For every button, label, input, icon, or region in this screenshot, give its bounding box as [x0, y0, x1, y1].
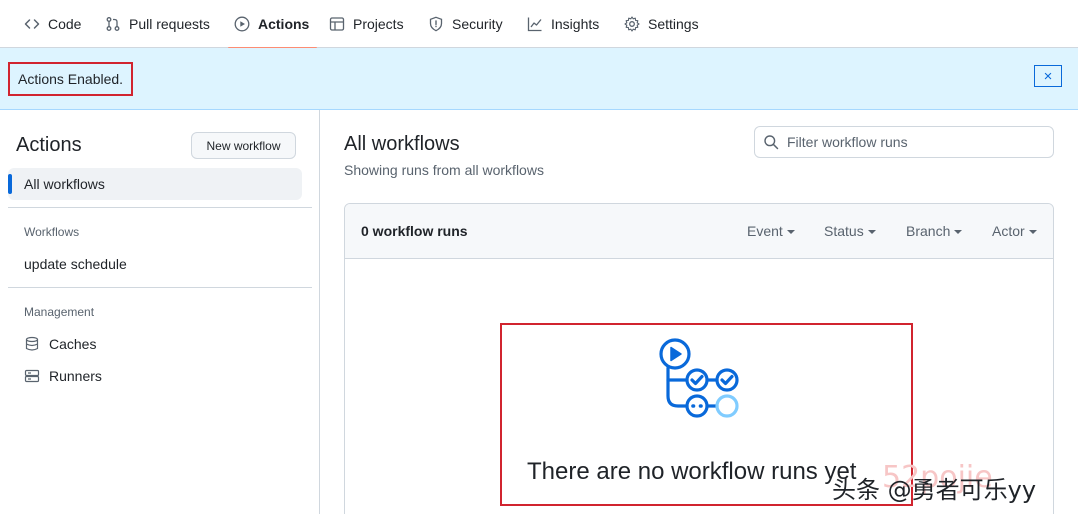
filter-runs-field[interactable]	[754, 126, 1054, 158]
status-filter-dropdown[interactable]: Status	[824, 223, 876, 239]
blank-state-title: There are no workflow runs yet	[527, 458, 857, 485]
table-icon	[329, 16, 345, 32]
tab-label: Pull requests	[129, 16, 210, 32]
dropdown-label: Event	[747, 223, 783, 239]
sidebar-item-label: Caches	[49, 336, 97, 352]
tab-security[interactable]: Security	[428, 0, 503, 48]
divider	[8, 287, 312, 288]
gear-icon	[624, 16, 640, 32]
branch-filter-dropdown[interactable]: Branch	[906, 223, 963, 239]
divider	[8, 207, 312, 208]
sidebar-item-runners[interactable]: Runners	[24, 364, 102, 388]
play-icon	[234, 16, 250, 32]
actor-filter-dropdown[interactable]: Actor	[992, 223, 1037, 239]
runs-header: 0 workflow runs Event Status Branch Acto…	[345, 204, 1053, 259]
tab-label: Projects	[353, 16, 404, 32]
management-heading: Management	[24, 305, 95, 319]
sidebar-item-update-schedule[interactable]: update schedule	[24, 252, 127, 276]
sidebar-item-all-workflows[interactable]: All workflows	[8, 168, 302, 200]
tab-pull-requests[interactable]: Pull requests	[105, 0, 210, 48]
tab-label: Security	[452, 16, 503, 32]
flash-banner: Actions Enabled. ×	[0, 48, 1078, 110]
dropdown-label: Status	[824, 223, 864, 239]
graph-icon	[527, 16, 543, 32]
chevron-down-icon	[867, 230, 876, 234]
tab-label: Actions	[258, 16, 310, 32]
sidebar-title: Actions	[16, 134, 82, 156]
tab-insights[interactable]: Insights	[527, 0, 599, 48]
close-icon[interactable]: ×	[1034, 65, 1062, 87]
event-filter-dropdown[interactable]: Event	[747, 223, 795, 239]
tab-label: Code	[48, 16, 82, 32]
search-icon	[763, 134, 779, 150]
sidebar-item-caches[interactable]: Caches	[24, 332, 96, 356]
dropdown-label: Branch	[906, 223, 951, 239]
page-subtitle: Showing runs from all workflows	[344, 162, 544, 178]
server-icon	[24, 368, 40, 384]
database-icon	[24, 336, 40, 352]
repo-tab-nav: Code Pull requests Actions Projects Secu…	[0, 0, 1078, 49]
sidebar-item-label: Runners	[49, 368, 102, 384]
tab-label: Insights	[551, 16, 600, 32]
chevron-down-icon	[1028, 230, 1037, 234]
tab-code[interactable]: Code	[24, 0, 81, 48]
chevron-down-icon	[786, 230, 795, 234]
chevron-down-icon	[954, 230, 963, 234]
tab-label: Settings	[648, 16, 699, 32]
shield-icon	[428, 16, 444, 32]
actions-sidebar: Actions New workflow All workflows Workf…	[0, 110, 320, 514]
workflows-heading: Workflows	[24, 225, 80, 239]
tab-settings[interactable]: Settings	[624, 0, 699, 48]
run-count: 0 workflow runs	[361, 223, 468, 239]
page-title: All workflows	[344, 133, 460, 155]
flash-message: Actions Enabled.	[8, 62, 134, 96]
filter-runs-input[interactable]	[787, 134, 1037, 150]
workflow-graph-icon	[659, 338, 739, 418]
new-workflow-button[interactable]: New workflow	[191, 132, 296, 159]
code-icon	[24, 16, 40, 32]
tab-projects[interactable]: Projects	[329, 0, 404, 48]
dropdown-label: Actor	[992, 223, 1025, 239]
pull-request-icon	[105, 16, 121, 32]
watermark: 头条 @勇者可乐yy	[832, 476, 1037, 504]
tab-actions[interactable]: Actions	[227, 0, 318, 49]
workflow-label: update schedule	[24, 256, 127, 272]
